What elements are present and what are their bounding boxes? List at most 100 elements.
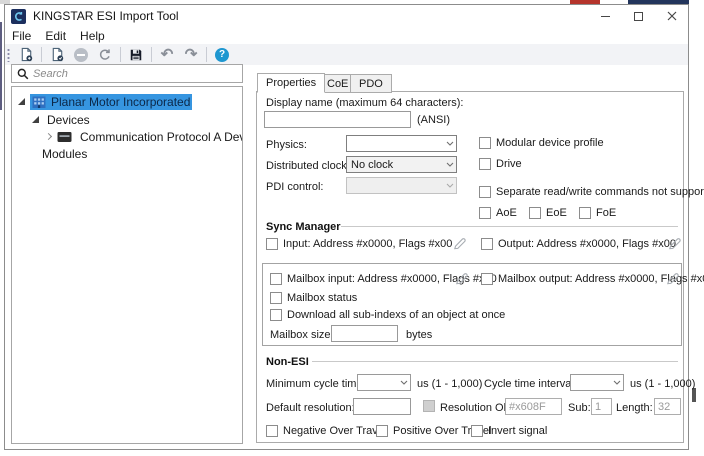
checkbox-box (479, 207, 491, 219)
search-icon (17, 68, 29, 80)
distributed-clock-select[interactable]: No clock (346, 156, 457, 173)
default-resolution-input[interactable] (353, 398, 411, 415)
checkbox-sync-input[interactable]: Input: Address #x0000, Flags #x00 (266, 238, 452, 250)
redo-button[interactable]: ↷ (179, 45, 203, 64)
section-rule (312, 361, 678, 362)
document-badge-icon (19, 47, 34, 62)
tree-selection[interactable]: Planar Motor Incorporated (30, 94, 192, 110)
save-floppy-icon (129, 48, 143, 62)
mailbox-size-input[interactable] (331, 325, 398, 342)
expander-open-icon[interactable] (18, 98, 25, 105)
distributed-clock-value: No clock (347, 159, 443, 171)
edit-pencil-icon[interactable] (667, 236, 682, 251)
maximize-button[interactable] (622, 5, 655, 27)
checkbox-label: Output: Address #x0000, Flags #x00 (498, 238, 676, 250)
checkbox-label: AoE (496, 207, 517, 219)
checkbox-box (270, 309, 282, 321)
toolbar-grip[interactable] (7, 48, 10, 62)
checkbox-label: Separate read/write commands not support… (496, 186, 704, 198)
redo-icon: ↷ (185, 47, 198, 62)
checkbox-resolution-object (423, 400, 440, 412)
company-building-icon (32, 95, 46, 109)
window-controls (589, 5, 688, 27)
checkbox-box (270, 273, 282, 285)
pdi-control-select (346, 177, 457, 194)
toolbar-separator (120, 47, 121, 62)
checkbox-download-all-subindexes[interactable]: Download all sub-indexs of an object at … (270, 309, 505, 321)
tree-item-root[interactable]: Planar Motor Incorporated (18, 93, 192, 110)
refresh-icon (98, 48, 112, 62)
expander-open-icon[interactable] (32, 116, 39, 123)
checkbox-label: Negative Over Travel (283, 425, 386, 437)
minimize-icon (601, 16, 610, 17)
checkbox-label: FoE (596, 207, 616, 219)
display-name-input[interactable] (264, 111, 411, 128)
checkbox-box (266, 425, 278, 437)
refresh-button[interactable] (93, 45, 117, 64)
menu-edit[interactable]: Edit (38, 29, 73, 43)
checkbox-separate-rw[interactable]: Separate read/write commands not support… (479, 186, 704, 198)
toolbar-separator (151, 47, 152, 62)
chevron-down-icon (443, 141, 456, 146)
close-button[interactable] (655, 5, 688, 27)
search-input[interactable] (33, 68, 242, 80)
checkbox-aoe[interactable]: AoE (479, 207, 517, 219)
checkbox-negative-over-travel[interactable]: Negative Over Travel (266, 425, 386, 437)
device-module-icon (57, 131, 72, 143)
checkbox-label: Drive (496, 158, 522, 170)
new-esi-file-button[interactable] (14, 45, 38, 64)
minimum-cycle-time-select[interactable] (357, 374, 411, 391)
help-button[interactable]: ? (210, 45, 234, 64)
physics-select[interactable] (346, 135, 457, 152)
edit-pencil-icon[interactable] (454, 271, 469, 286)
tree-item-modules[interactable]: Modules (39, 145, 90, 162)
cycle-time-interval-select[interactable] (570, 374, 624, 391)
chevron-down-icon (443, 162, 456, 167)
tab-label: Properties (266, 77, 316, 89)
tree-item-label: Communication Protocol A DeviceID: #x100… (77, 129, 243, 145)
toolbar: ↶ ↷ ? (5, 44, 688, 65)
menu-help[interactable]: Help (73, 29, 112, 43)
checkbox-foe[interactable]: FoE (579, 207, 616, 219)
length-label: Length: (616, 402, 653, 414)
background-fragment-left-strip (0, 22, 2, 110)
tree-item-device[interactable]: Communication Protocol A DeviceID: #x100… (46, 128, 243, 145)
chevron-down-icon (443, 183, 456, 188)
checkbox-box (471, 425, 483, 437)
menu-file[interactable]: File (5, 29, 38, 43)
checkbox-label: Invert signal (488, 425, 547, 437)
checkbox-box (479, 137, 491, 149)
close-icon (667, 11, 677, 21)
checkbox-box (266, 238, 278, 250)
window-title: KINGSTAR ESI Import Tool (33, 9, 179, 23)
checkbox-box (529, 207, 541, 219)
tab-label: CoE (327, 78, 348, 90)
display-name-label: Display name (maximum 64 characters): (266, 97, 463, 109)
save-button[interactable] (124, 45, 148, 64)
tree-item-devices[interactable]: Devices (32, 111, 93, 128)
checkbox-invert-signal[interactable]: Invert signal (471, 425, 547, 437)
checkbox-box (479, 186, 491, 198)
menu-bar: File Edit Help (5, 27, 688, 44)
physics-label: Physics: (266, 139, 307, 151)
minimum-cycle-time-label: Minimum cycle time: (266, 378, 366, 390)
search-box[interactable] (11, 64, 243, 83)
edit-pencil-icon[interactable] (665, 271, 680, 286)
tab-properties[interactable]: Properties (257, 73, 325, 93)
app-icon-glyph (13, 11, 24, 22)
checkbox-modular-device-profile[interactable]: Modular device profile (479, 137, 604, 149)
chevron-down-icon (397, 380, 410, 385)
default-resolution-label: Default resolution: (266, 402, 355, 414)
expander-closed-icon[interactable] (45, 133, 52, 140)
tab-pdo[interactable]: PDO (350, 74, 392, 93)
export-esi-file-button[interactable] (45, 45, 69, 64)
chevron-down-icon (610, 380, 623, 385)
checkbox-sync-output[interactable]: Output: Address #x0000, Flags #x00 (481, 238, 676, 250)
checkbox-eoe[interactable]: EoE (529, 207, 567, 219)
sub-input (591, 398, 612, 415)
undo-button[interactable]: ↶ (155, 45, 179, 64)
minimize-button[interactable] (589, 5, 622, 27)
checkbox-drive[interactable]: Drive (479, 158, 522, 170)
checkbox-mailbox-status[interactable]: Mailbox status (270, 292, 357, 304)
edit-pencil-icon[interactable] (452, 236, 467, 251)
